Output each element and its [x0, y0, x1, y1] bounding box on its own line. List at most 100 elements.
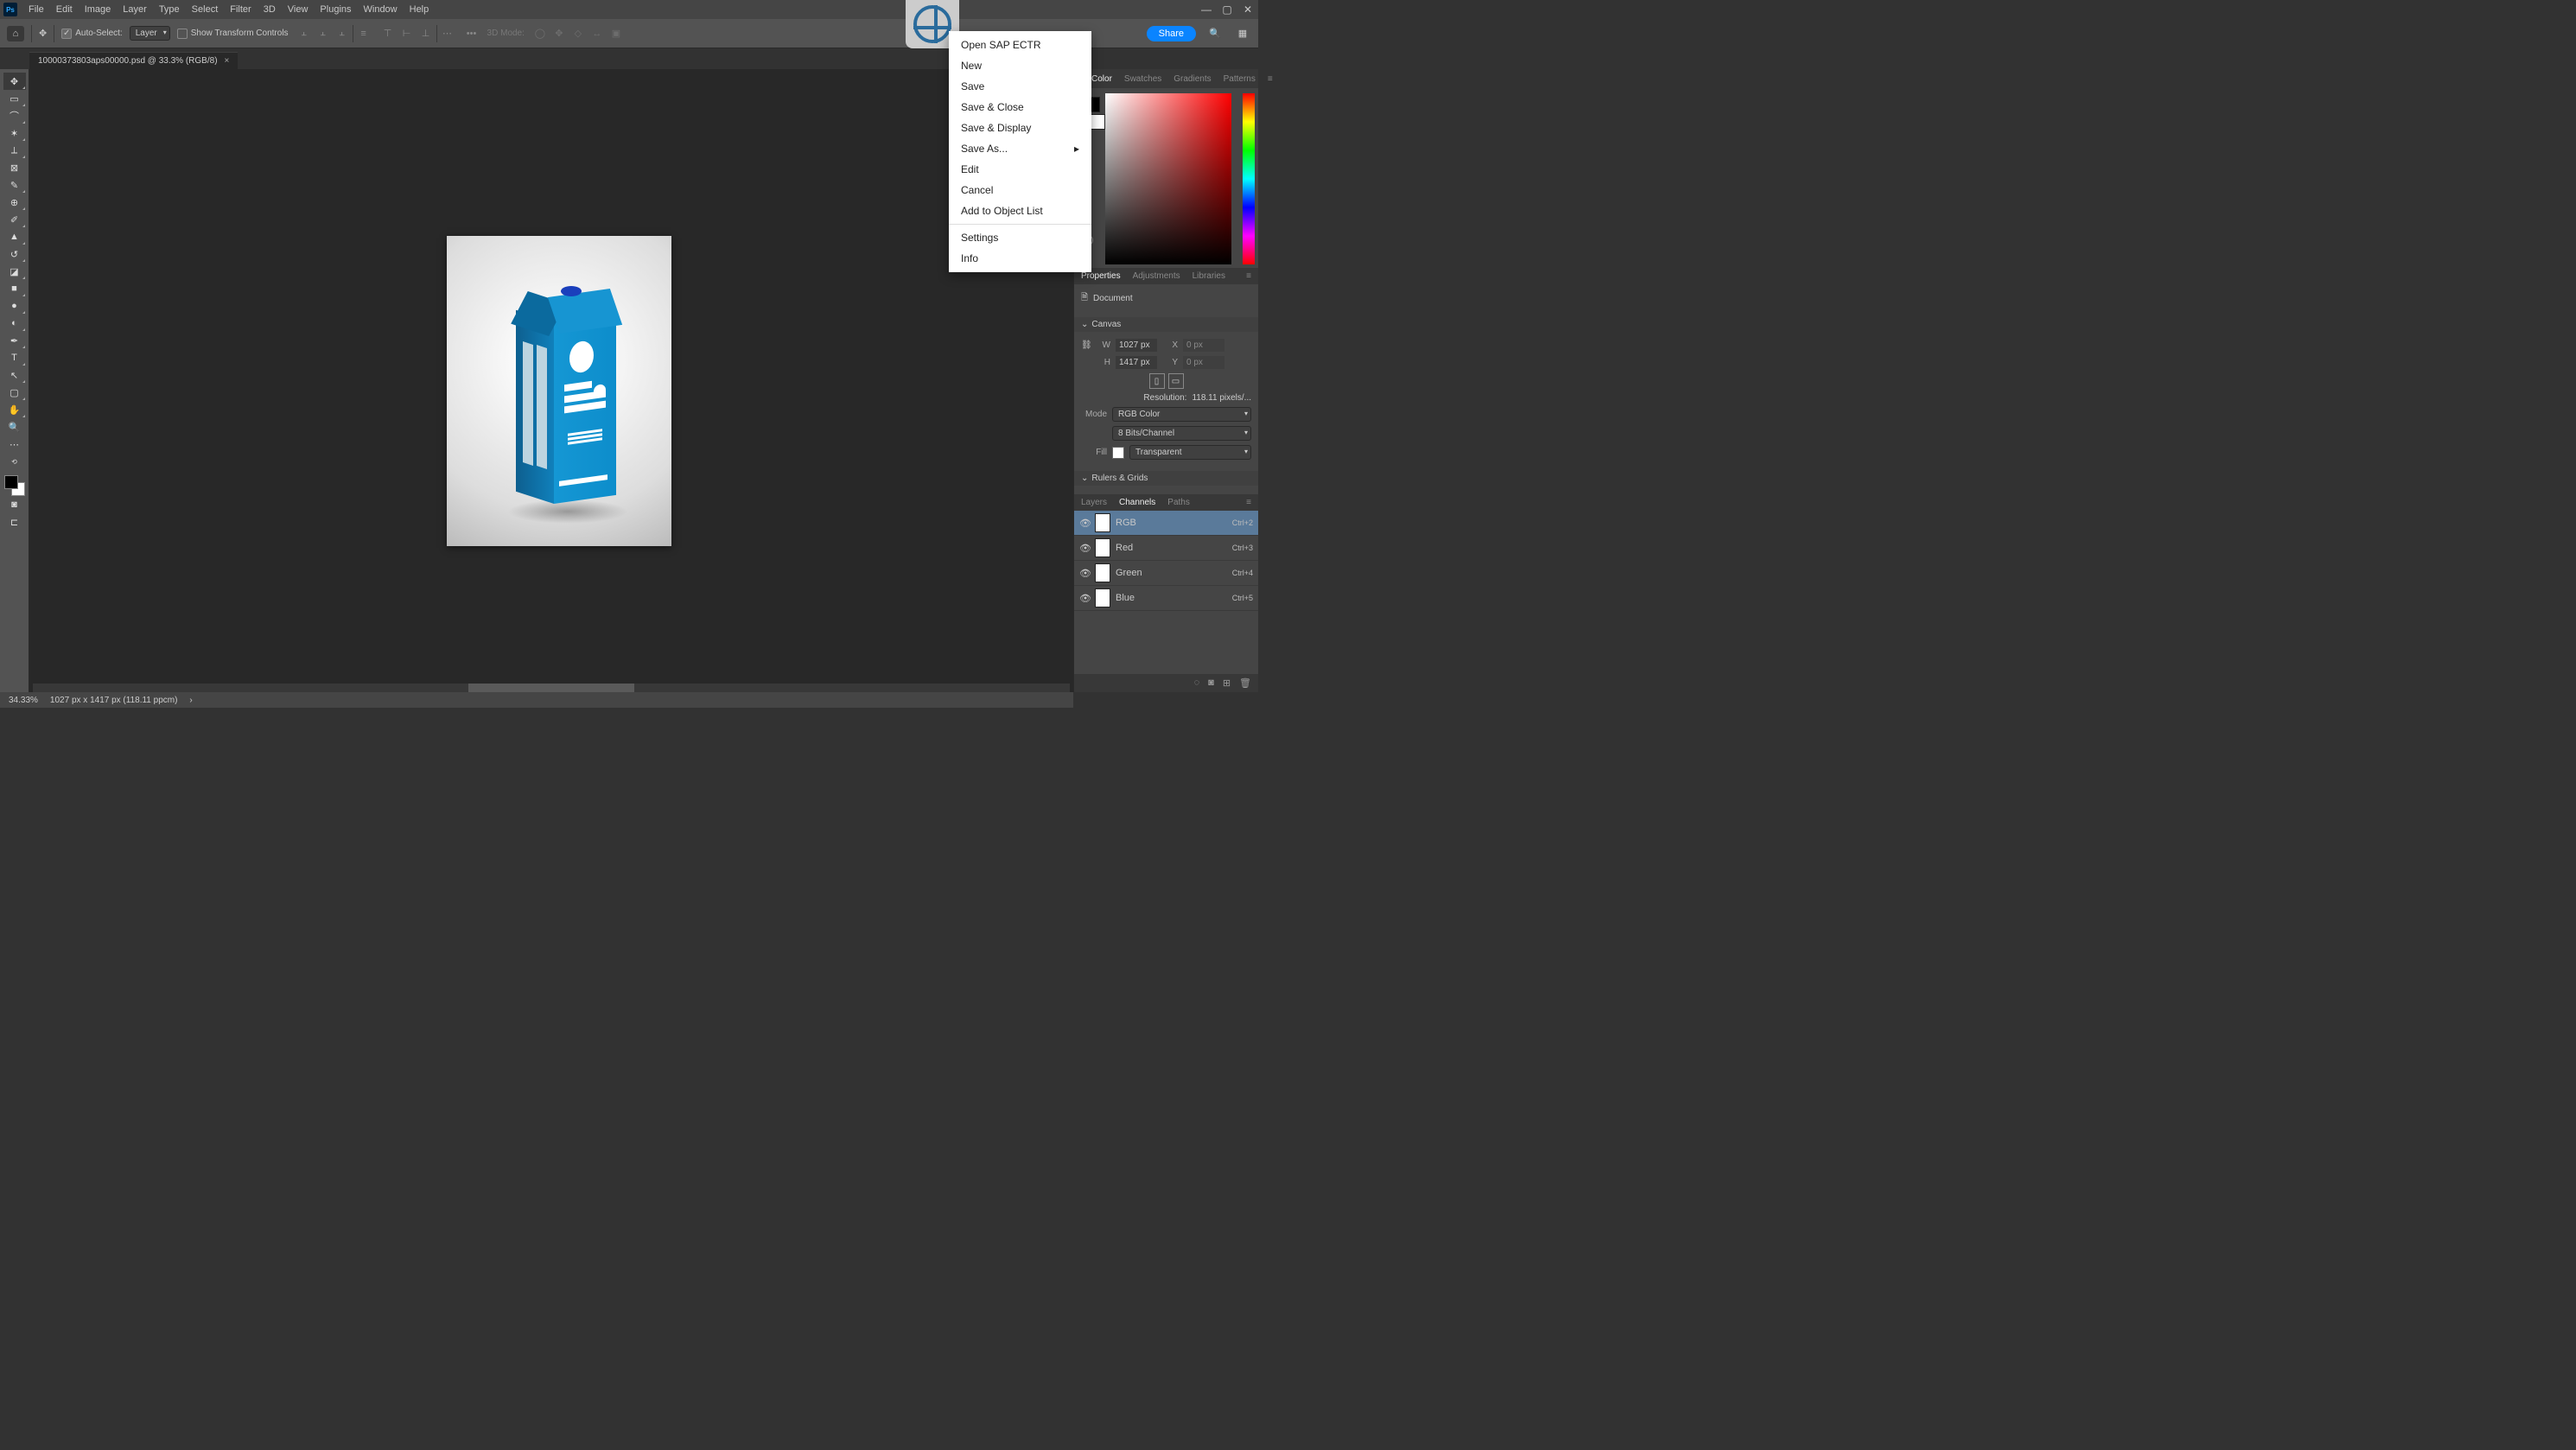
pen-tool[interactable]: ✒ [3, 332, 26, 349]
channel-rgb[interactable]: 👁 RGBCtrl+2 [1074, 511, 1258, 536]
dodge-tool[interactable]: ◐ [3, 315, 26, 332]
more-options-icon[interactable]: ••• [463, 25, 480, 42]
panel-menu-icon[interactable]: ≡ [1246, 271, 1251, 281]
channel-green[interactable]: 👁 GreenCtrl+4 [1074, 561, 1258, 586]
stamp-tool[interactable]: ▲ [3, 228, 26, 245]
eraser-tool[interactable]: ◪ [3, 263, 26, 280]
tab-adjustments[interactable]: Adjustments [1133, 271, 1180, 281]
load-selection-icon[interactable]: ◌ [1194, 677, 1200, 689]
menu-open-sap-ectr[interactable]: Open SAP ECTR [949, 35, 1091, 55]
workspace-icon[interactable]: ▦ [1234, 25, 1251, 42]
share-button[interactable]: Share [1147, 26, 1196, 41]
menu-save[interactable]: Save [949, 76, 1091, 97]
menu-window[interactable]: Window [358, 4, 404, 15]
menu-plugins[interactable]: Plugins [314, 4, 357, 15]
minimize-icon[interactable]: — [1196, 3, 1217, 16]
new-channel-icon[interactable]: ⊞ [1223, 677, 1231, 689]
menu-type[interactable]: Type [153, 4, 186, 15]
move-tool[interactable]: ✥ [3, 73, 26, 90]
eyedropper-tool[interactable]: ✎ [3, 176, 26, 194]
canvas-area[interactable] [29, 69, 1073, 692]
screen-mode-icon[interactable]: ⊏ [3, 513, 26, 531]
auto-select-dropdown[interactable]: Layer [130, 26, 170, 41]
fill-dropdown[interactable]: Transparent [1129, 445, 1251, 460]
tab-layers[interactable]: Layers [1081, 498, 1107, 507]
home-icon[interactable]: ⌂ [7, 26, 24, 41]
align-vcenter-icon[interactable]: ⊢ [398, 25, 416, 42]
menu-new[interactable]: New [949, 55, 1091, 76]
gradient-tool[interactable]: ■ [3, 280, 26, 297]
menu-settings[interactable]: Settings [949, 227, 1091, 248]
save-selection-icon[interactable]: ◙ [1208, 677, 1214, 689]
edit-toolbar[interactable]: ⋯ [3, 436, 26, 453]
menu-cancel[interactable]: Cancel [949, 180, 1091, 200]
panel-menu-icon[interactable]: ≡ [1246, 498, 1251, 507]
auto-select-check[interactable]: ✓Auto-Select: [61, 29, 122, 39]
portrait-orient-icon[interactable]: ▯ [1149, 373, 1165, 389]
mode-dropdown[interactable]: RGB Color [1112, 407, 1251, 422]
search-icon[interactable]: 🔍 [1206, 25, 1224, 42]
zoom-tool[interactable]: 🔍 [3, 418, 26, 436]
menu-3d[interactable]: 3D [258, 4, 282, 15]
visibility-icon[interactable]: 👁 [1079, 518, 1090, 529]
maximize-icon[interactable]: ▢ [1217, 3, 1237, 16]
marquee-tool[interactable]: ▭ [3, 90, 26, 107]
swap-colors-icon[interactable]: ⟲ [3, 453, 26, 470]
document-dimensions[interactable]: 1027 px x 1417 px (118.11 ppcm) [50, 696, 178, 705]
menu-save-as[interactable]: Save As...▸ [949, 138, 1091, 159]
zoom-level[interactable]: 34.33% [9, 696, 38, 705]
hue-strip[interactable] [1243, 93, 1255, 264]
document-tab[interactable]: 10000373803aps00000.psd @ 33.3% (RGB/8) … [29, 52, 238, 69]
menu-help[interactable]: Help [404, 4, 436, 15]
frame-tool[interactable]: ⊠ [3, 159, 26, 176]
more-align-icon[interactable]: ⋯ [439, 25, 456, 42]
color-field[interactable] [1105, 93, 1231, 264]
menu-info[interactable]: Info [949, 248, 1091, 269]
menu-layer[interactable]: Layer [117, 4, 153, 15]
horizontal-scrollbar[interactable] [33, 684, 1070, 692]
path-select-tool[interactable]: ↖ [3, 366, 26, 384]
tab-paths[interactable]: Paths [1167, 498, 1190, 507]
channel-blue[interactable]: 👁 BlueCtrl+5 [1074, 586, 1258, 611]
tab-channels[interactable]: Channels [1119, 498, 1155, 507]
visibility-icon[interactable]: 👁 [1079, 593, 1090, 604]
move-tool-icon[interactable]: ✥ [39, 28, 47, 39]
crop-tool[interactable]: ⟂ [3, 142, 26, 159]
color-swatches[interactable] [4, 475, 25, 496]
rulers-section-header[interactable]: Rulers & Grids [1074, 471, 1258, 486]
quick-select-tool[interactable]: ✶ [3, 124, 26, 142]
show-transform-check[interactable]: Show Transform Controls [177, 29, 289, 39]
width-input[interactable] [1116, 339, 1157, 352]
align-hcenter-icon[interactable]: ⫠ [315, 25, 332, 42]
visibility-icon[interactable]: 👁 [1079, 568, 1090, 579]
landscape-orient-icon[interactable]: ▭ [1168, 373, 1184, 389]
blur-tool[interactable]: ● [3, 297, 26, 315]
menu-add-object-list[interactable]: Add to Object List [949, 200, 1091, 221]
align-right-icon[interactable]: ⫠ [334, 25, 351, 42]
menu-image[interactable]: Image [79, 4, 118, 15]
tab-color[interactable]: Color [1091, 74, 1112, 84]
hand-tool[interactable]: ✋ [3, 401, 26, 418]
tab-close-icon[interactable]: × [225, 56, 230, 66]
align-bottom-icon[interactable]: ⊥ [417, 25, 435, 42]
canvas-section-header[interactable]: Canvas [1074, 317, 1258, 332]
history-brush-tool[interactable]: ↺ [3, 245, 26, 263]
menu-file[interactable]: File [22, 4, 50, 15]
type-tool[interactable]: T [3, 349, 26, 366]
menu-view[interactable]: View [282, 4, 315, 15]
menu-edit[interactable]: Edit [50, 4, 79, 15]
heal-tool[interactable]: ⊕ [3, 194, 26, 211]
lasso-tool[interactable]: ⌒ [3, 107, 26, 124]
distribute-icon[interactable]: ≡ [355, 25, 372, 42]
menu-edit-doc[interactable]: Edit [949, 159, 1091, 180]
tab-patterns[interactable]: Patterns [1224, 74, 1256, 84]
close-icon[interactable]: ✕ [1237, 3, 1258, 16]
tab-libraries[interactable]: Libraries [1193, 271, 1225, 281]
menu-save-close[interactable]: Save & Close [949, 97, 1091, 118]
panel-menu-icon[interactable]: ≡ [1268, 74, 1278, 84]
tab-properties[interactable]: Properties [1081, 271, 1121, 281]
shape-tool[interactable]: ▢ [3, 384, 26, 401]
depth-dropdown[interactable]: 8 Bits/Channel [1112, 426, 1251, 441]
status-arrow-icon[interactable]: › [189, 696, 192, 705]
channel-red[interactable]: 👁 RedCtrl+3 [1074, 536, 1258, 561]
